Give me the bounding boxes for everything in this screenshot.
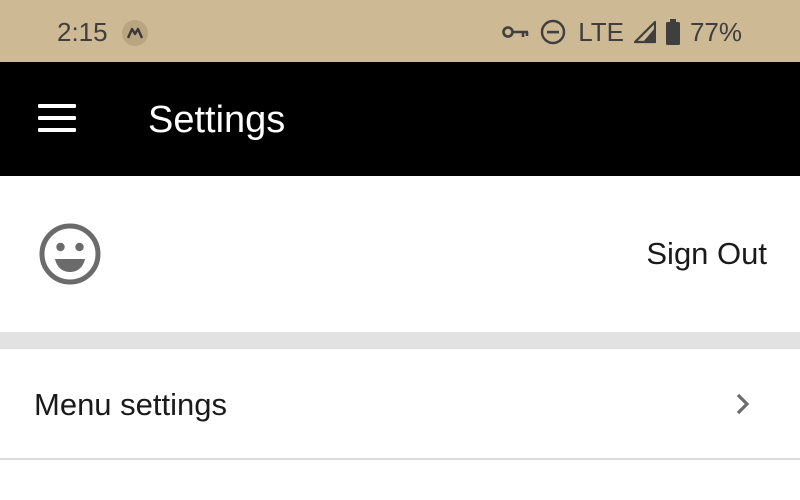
account-row: Sign Out — [0, 176, 800, 332]
sign-out-button[interactable]: Sign Out — [646, 236, 767, 272]
page-title: Settings — [148, 99, 286, 141]
section-divider — [0, 332, 800, 349]
smiley-face-icon — [37, 221, 103, 287]
app-bar: Settings — [0, 62, 800, 176]
network-type: LTE — [578, 17, 624, 47]
do-not-disturb-icon — [540, 19, 566, 45]
signal-icon — [633, 20, 656, 44]
hamburger-menu-icon[interactable] — [38, 104, 78, 134]
chevron-right-icon — [734, 391, 752, 417]
list-item-menu-settings[interactable]: Menu settings — [0, 349, 800, 459]
status-bar: 2:15 LTE 77% — [0, 0, 800, 62]
vpn-key-icon — [502, 24, 530, 40]
status-indicators: LTE 77% — [502, 14, 742, 50]
app-notification-icon — [121, 19, 149, 47]
battery-percent: 77% — [689, 17, 742, 47]
list-item-label: Menu settings — [34, 387, 227, 422]
list-item-next[interactable] — [0, 460, 800, 500]
status-time: 2:15 — [57, 17, 108, 47]
battery-icon — [665, 19, 680, 45]
